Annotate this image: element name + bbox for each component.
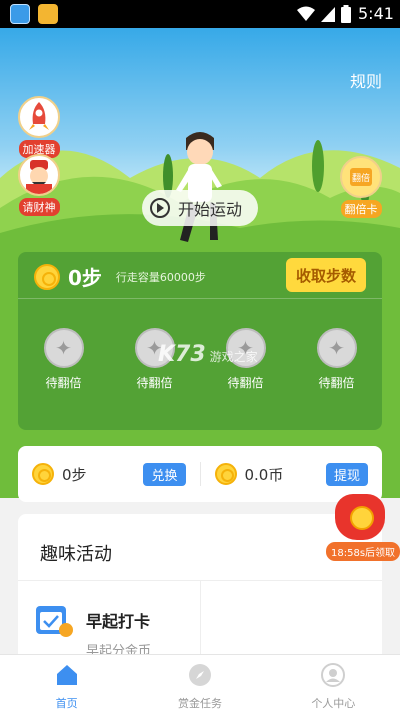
nav-label: 赏金任务: [177, 697, 222, 710]
pending-badge-icon: [316, 328, 357, 368]
slot-label: 待翻倍: [136, 376, 173, 390]
accelerator-button[interactable]: 加速器: [16, 96, 62, 158]
slot-label: 待翻倍: [45, 376, 82, 390]
signal-icon: [321, 7, 335, 22]
floating-reward-button[interactable]: 18:58s后领取: [326, 494, 400, 561]
nav-home[interactable]: 首页: [0, 655, 133, 710]
double-card-button[interactable]: 翻倍 翻倍卡: [338, 156, 384, 218]
user-icon: [321, 663, 346, 687]
slot-label: 待翻倍: [318, 376, 355, 390]
step-coin-icon: [32, 463, 54, 485]
wealth-god-label: 请财神: [18, 198, 60, 216]
steps-card: 0步 行走容量60000步 收取步数 待翻倍 待翻倍 待翻倍 待翻倍 K73游戏…: [18, 252, 382, 430]
start-exercise-button[interactable]: 开始运动: [142, 190, 258, 226]
god-of-wealth-icon: [18, 154, 60, 196]
shopping-bag-notification-icon: [38, 4, 58, 24]
step-coin-icon: [34, 263, 60, 290]
double-slot[interactable]: 待翻倍: [291, 328, 382, 391]
nav-label: 个人中心: [311, 697, 356, 710]
double-card-icon: 翻倍: [340, 156, 382, 198]
collect-steps-button[interactable]: 收取步数: [286, 258, 366, 292]
walking-capacity: 行走容量60000步: [115, 270, 206, 284]
pending-badge-icon: [134, 328, 175, 368]
battery-icon: [341, 5, 351, 23]
play-icon: [150, 198, 170, 218]
double-slot[interactable]: 待翻倍: [109, 328, 200, 391]
wifi-icon: [297, 6, 315, 21]
rocket-icon: [18, 96, 60, 138]
app-notification-icon: [10, 4, 30, 24]
withdraw-button[interactable]: 提现: [325, 462, 368, 486]
double-slot[interactable]: 待翻倍: [200, 328, 291, 391]
step-balance-value: 0步: [62, 465, 87, 484]
svg-text:翻倍: 翻倍: [352, 172, 370, 184]
coin-balance: 0.0币 提现: [201, 462, 383, 486]
nav-profile[interactable]: 个人中心: [267, 655, 400, 710]
nav-bounty-tasks[interactable]: 赏金任务: [133, 655, 266, 710]
section-title: 趣味活动: [40, 544, 112, 565]
double-card-label: 翻倍卡: [340, 200, 382, 218]
double-slot[interactable]: 待翻倍: [18, 328, 109, 391]
slot-label: 待翻倍: [227, 376, 264, 390]
double-slots: 待翻倍 待翻倍 待翻倍 待翻倍: [18, 328, 382, 391]
column-divider: [200, 580, 201, 664]
clock: 5:41: [358, 4, 394, 23]
step-balance: 0步 兑换: [18, 462, 200, 486]
status-bar: 5:41: [0, 0, 400, 28]
reward-timer: 18:58s后领取: [326, 542, 400, 561]
compass-icon: [188, 664, 211, 686]
gold-coin-icon: [214, 463, 237, 485]
rules-link[interactable]: 规则: [350, 68, 382, 92]
home-icon: [56, 665, 77, 685]
steps-count: 0步: [68, 266, 102, 290]
early-checkin-title[interactable]: 早起打卡: [86, 608, 150, 632]
pending-badge-icon: [225, 328, 266, 368]
exchange-button[interactable]: 兑换: [143, 462, 186, 486]
bottom-navigation: 首页 赏金任务 个人中心: [0, 654, 400, 710]
checkin-icon: [36, 606, 73, 637]
pending-badge-icon: [43, 328, 84, 368]
card-divider: [18, 298, 382, 299]
nav-label: 首页: [55, 697, 78, 710]
coin-balance-value: 0.0币: [244, 465, 284, 484]
red-lucky-bag-icon: [335, 494, 385, 540]
wealth-god-button[interactable]: 请财神: [16, 154, 62, 216]
start-exercise-label: 开始运动: [178, 200, 243, 219]
steps-header: 0步 行走容量60000步: [34, 262, 206, 291]
